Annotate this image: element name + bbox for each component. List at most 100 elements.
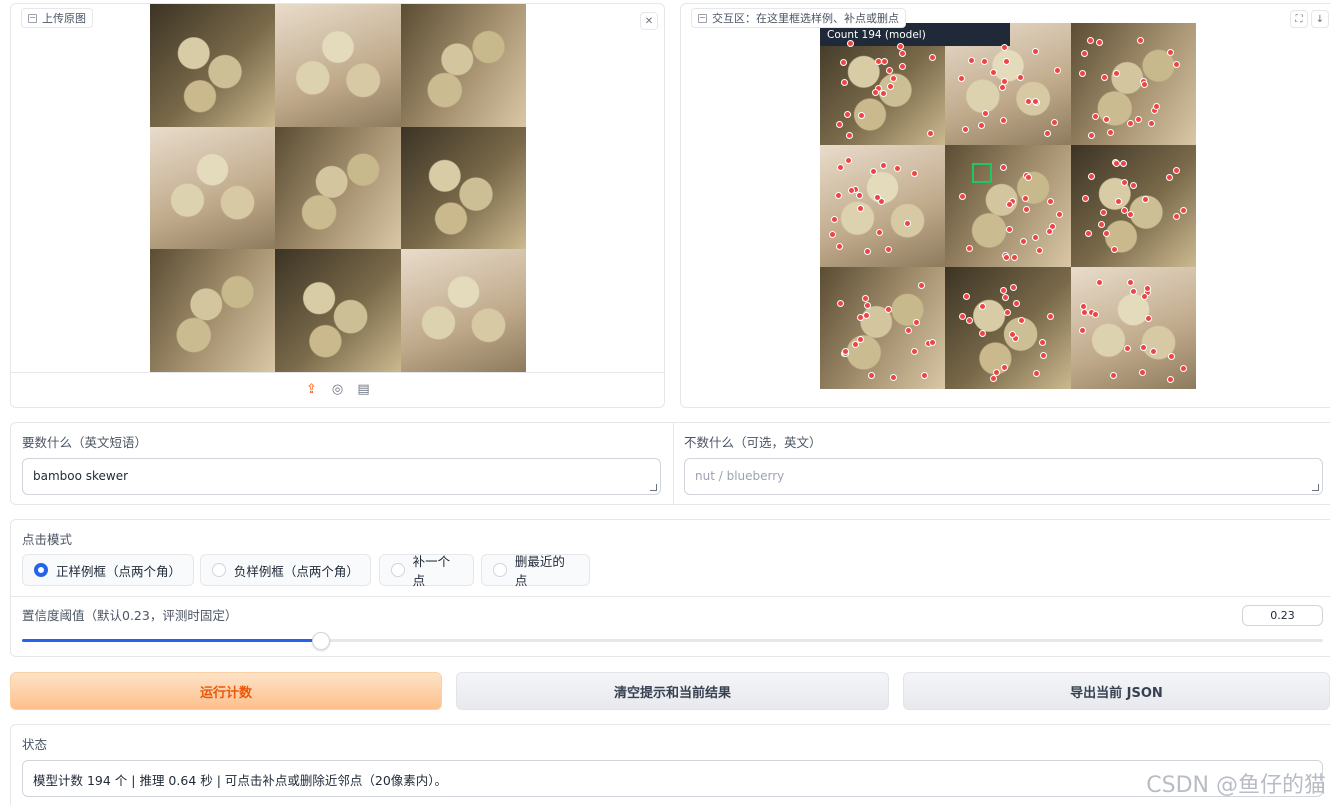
count-point-marker[interactable] [880, 162, 888, 170]
count-point-marker[interactable] [1079, 70, 1087, 78]
count-point-marker[interactable] [1032, 97, 1040, 105]
count-point-marker[interactable] [1150, 348, 1158, 356]
count-point-marker[interactable] [958, 193, 966, 201]
count-point-marker[interactable] [1173, 167, 1181, 175]
count-point-marker[interactable] [1016, 74, 1024, 82]
count-point-marker[interactable] [1046, 312, 1054, 320]
count-point-marker[interactable] [863, 311, 871, 319]
count-point-marker[interactable] [1103, 229, 1111, 237]
count-point-marker[interactable] [1053, 66, 1061, 74]
count-point-marker[interactable] [1002, 254, 1010, 262]
count-point-marker[interactable] [870, 167, 878, 175]
count-point-marker[interactable] [1081, 50, 1089, 58]
count-point-marker[interactable] [911, 170, 919, 178]
resize-handle-icon[interactable] [650, 484, 657, 491]
run-button[interactable]: 运行计数 [10, 672, 442, 710]
count-point-marker[interactable] [1101, 73, 1109, 81]
count-point-marker[interactable] [1008, 330, 1016, 338]
count-point-marker[interactable] [884, 245, 892, 253]
count-point-marker[interactable] [875, 229, 883, 237]
count-point-marker[interactable] [846, 39, 854, 47]
count-point-marker[interactable] [887, 82, 895, 90]
count-point-marker[interactable] [836, 163, 844, 171]
count-point-marker[interactable] [857, 336, 865, 344]
count-point-marker[interactable] [1119, 160, 1127, 168]
count-point-marker[interactable] [1098, 221, 1106, 229]
count-point-marker[interactable] [897, 42, 905, 50]
count-point-marker[interactable] [1055, 211, 1063, 219]
count-point-marker[interactable] [898, 50, 906, 58]
count-point-marker[interactable] [864, 301, 872, 309]
threshold-slider[interactable] [22, 639, 1323, 642]
count-point-marker[interactable] [961, 125, 969, 133]
fullscreen-icon[interactable]: ⛶ [1290, 10, 1308, 28]
upload-icon[interactable]: ⇪ [305, 383, 319, 397]
count-point-marker[interactable] [1148, 120, 1156, 128]
count-point-marker[interactable] [831, 215, 839, 223]
count-point-marker[interactable] [1025, 98, 1033, 106]
download-icon[interactable]: ↓ [1311, 10, 1329, 28]
count-point-marker[interactable] [890, 75, 898, 83]
count-point-marker[interactable] [1085, 229, 1093, 237]
count-point-marker[interactable] [1140, 80, 1148, 88]
webcam-icon[interactable]: ◎ [331, 383, 345, 397]
count-point-marker[interactable] [1043, 129, 1051, 137]
count-point-marker[interactable] [978, 121, 986, 129]
count-point-marker[interactable] [857, 111, 865, 119]
count-point-marker[interactable] [1023, 205, 1031, 213]
count-point-marker[interactable] [926, 130, 934, 138]
count-point-marker[interactable] [1078, 326, 1086, 334]
count-point-marker[interactable] [1005, 225, 1013, 233]
count-point-marker[interactable] [1126, 279, 1134, 287]
count-point-marker[interactable] [1091, 112, 1099, 120]
count-point-marker[interactable] [958, 313, 966, 321]
count-point-marker[interactable] [1082, 195, 1090, 203]
count-point-marker[interactable] [836, 243, 844, 251]
count-point-marker[interactable] [1179, 207, 1187, 215]
count-point-marker[interactable] [1102, 116, 1110, 124]
close-icon[interactable]: ✕ [640, 12, 658, 30]
count-point-marker[interactable] [905, 327, 913, 335]
count-point-marker[interactable] [966, 245, 973, 253]
count-point-marker[interactable] [1020, 238, 1028, 246]
count-point-marker[interactable] [1110, 245, 1118, 253]
count-point-marker[interactable] [911, 348, 919, 356]
radio-positive-box[interactable]: 正样例框（点两个角） [22, 554, 194, 586]
count-point-marker[interactable] [893, 165, 901, 173]
count-point-marker[interactable] [1099, 208, 1107, 216]
count-point-marker[interactable] [921, 371, 929, 379]
count-point-marker[interactable] [885, 67, 893, 75]
count-point-marker[interactable] [1002, 58, 1010, 66]
count-point-marker[interactable] [1088, 132, 1096, 140]
count-point-marker[interactable] [861, 294, 869, 302]
count-point-marker[interactable] [1141, 293, 1149, 301]
count-point-marker[interactable] [1179, 364, 1187, 372]
radio-add-point[interactable]: 补一个点 [379, 554, 474, 588]
count-point-marker[interactable] [1080, 309, 1088, 317]
count-point-marker[interactable] [1145, 315, 1153, 323]
count-point-marker[interactable] [1000, 43, 1008, 51]
count-point-marker[interactable] [1121, 178, 1129, 186]
count-input[interactable]: bamboo skewer [22, 458, 661, 495]
count-point-marker[interactable] [1172, 212, 1180, 220]
count-point-marker[interactable] [1010, 254, 1018, 261]
count-point-marker[interactable] [856, 192, 864, 200]
count-point-marker[interactable] [1039, 339, 1047, 347]
count-point-marker[interactable] [958, 75, 966, 83]
count-point-marker[interactable] [1010, 284, 1018, 292]
count-point-marker[interactable] [1166, 174, 1174, 182]
count-point-marker[interactable] [990, 69, 998, 77]
count-point-marker[interactable] [1112, 70, 1120, 78]
count-point-marker[interactable] [1013, 300, 1021, 308]
count-point-marker[interactable] [1114, 197, 1122, 205]
count-point-marker[interactable] [840, 58, 848, 66]
count-point-marker[interactable] [1096, 279, 1104, 287]
count-point-marker[interactable] [844, 110, 852, 118]
count-point-marker[interactable] [1050, 119, 1058, 127]
count-point-marker[interactable] [1106, 128, 1114, 136]
count-point-marker[interactable] [1046, 197, 1054, 205]
count-point-marker[interactable] [1004, 309, 1012, 317]
count-point-marker[interactable] [1091, 310, 1099, 318]
threshold-number-input[interactable]: 0.23 [1242, 605, 1323, 626]
count-point-marker[interactable] [1129, 181, 1137, 189]
